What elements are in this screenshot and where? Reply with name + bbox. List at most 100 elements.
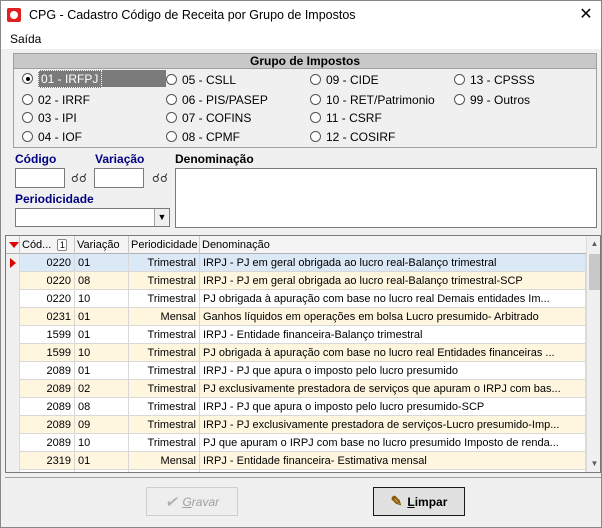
- cell-periodicidade[interactable]: Trimestral: [129, 362, 200, 380]
- cell-periodicidade[interactable]: Trimestral: [129, 272, 200, 290]
- variacao-input[interactable]: [94, 168, 144, 188]
- row-indicator[interactable]: [6, 308, 20, 326]
- cell-periodicidade[interactable]: [129, 470, 200, 472]
- cell-periodicidade[interactable]: Trimestral: [129, 344, 200, 362]
- cell-periodicidade[interactable]: Mensal: [129, 308, 200, 326]
- cell-periodicidade[interactable]: Trimestral: [129, 416, 200, 434]
- table-row[interactable]: 0220 01 Trimestral IRPJ - PJ em geral obrig…: [6, 254, 586, 272]
- cell-variacao[interactable]: 08: [75, 272, 129, 290]
- cell-variacao[interactable]: 01: [75, 308, 129, 326]
- cell-periodicidade[interactable]: Trimestral: [129, 380, 200, 398]
- cell-denominacao[interactable]: IRPJ - PJ em geral obrigada ao lucro rea…: [200, 254, 586, 272]
- radio-cosirf[interactable]: 12 - COSIRF: [310, 128, 395, 145]
- cell-denominacao[interactable]: [200, 470, 586, 472]
- cell-denominacao[interactable]: IRPJ - Entidade financeira- Estimativa m…: [200, 452, 586, 470]
- column-header-codigo[interactable]: Cód... 1: [20, 236, 75, 254]
- table-row[interactable]: 2089 10 Trimestral PJ que apuram o IRPJ com…: [6, 434, 586, 452]
- row-indicator[interactable]: [6, 398, 20, 416]
- radio-ipi[interactable]: 03 - IPI: [22, 109, 77, 126]
- cell-variacao[interactable]: 01: [75, 254, 129, 272]
- cell-periodicidade[interactable]: Trimestral: [129, 290, 200, 308]
- radio-csrf[interactable]: 11 - CSRF: [310, 109, 382, 126]
- cell-codigo[interactable]: 2089: [20, 434, 75, 452]
- radio-csll[interactable]: 05 - CSLL: [166, 71, 236, 88]
- cell-periodicidade[interactable]: Trimestral: [129, 326, 200, 344]
- limpar-button[interactable]: ✎ Limpar: [373, 487, 465, 516]
- cell-variacao[interactable]: 09: [75, 416, 129, 434]
- cell-codigo[interactable]: 0220: [20, 254, 75, 272]
- binoculars-icon[interactable]: ☌☌: [68, 168, 90, 188]
- row-indicator[interactable]: [6, 254, 20, 272]
- chevron-down-icon[interactable]: ▼: [154, 209, 169, 226]
- row-indicator[interactable]: [6, 416, 20, 434]
- table-row[interactable]: 2089 09 Trimestral IRPJ - PJ exclusivamente…: [6, 416, 586, 434]
- row-indicator[interactable]: [6, 434, 20, 452]
- table-row[interactable]: 2089 02 Trimestral PJ exclusivamente presta…: [6, 380, 586, 398]
- table-row[interactable]: 0220 08 Trimestral IRPJ - PJ em geral obrig…: [6, 272, 586, 290]
- cell-denominacao[interactable]: PJ obrigada à apuração com base no lucro…: [200, 344, 586, 362]
- cell-codigo[interactable]: 1599: [20, 326, 75, 344]
- cell-denominacao[interactable]: IRPJ - Entidade financeira-Balanço trime…: [200, 326, 586, 344]
- radio-pis-pasep[interactable]: 06 - PIS/PASEP: [166, 91, 268, 108]
- periodicidade-select[interactable]: ▼: [15, 208, 170, 227]
- cell-periodicidade[interactable]: Trimestral: [129, 254, 200, 272]
- cell-variacao[interactable]: 08: [75, 398, 129, 416]
- codigo-input[interactable]: [15, 168, 65, 188]
- cell-variacao[interactable]: 01: [75, 452, 129, 470]
- scroll-down-icon[interactable]: ▼: [589, 458, 600, 470]
- cell-denominacao[interactable]: IRPJ - PJ em geral obrigada ao lucro rea…: [200, 272, 586, 290]
- radio-cpsss[interactable]: 13 - CPSSS: [454, 71, 535, 88]
- scroll-thumb[interactable]: [589, 254, 600, 290]
- table-row[interactable]: [6, 470, 586, 472]
- column-header-periodicidade[interactable]: Periodicidade: [129, 236, 200, 254]
- cell-denominacao[interactable]: Ganhos líquidos em operações em bolsa Lu…: [200, 308, 586, 326]
- cell-denominacao[interactable]: PJ exclusivamente prestadora de serviços…: [200, 380, 586, 398]
- row-indicator[interactable]: [6, 290, 20, 308]
- row-indicator[interactable]: [6, 326, 20, 344]
- row-indicator[interactable]: [6, 470, 20, 472]
- cell-codigo[interactable]: 0231: [20, 308, 75, 326]
- receita-grid[interactable]: Cód... 1 Variação Periodicidade Denominaç…: [5, 235, 601, 473]
- cell-periodicidade[interactable]: Trimestral: [129, 398, 200, 416]
- radio-irrf[interactable]: 02 - IRRF: [22, 91, 90, 108]
- column-header-variacao[interactable]: Variação: [75, 236, 129, 254]
- binoculars-icon[interactable]: ☌☌: [149, 168, 171, 188]
- close-button[interactable]: ✕: [571, 1, 601, 30]
- cell-variacao[interactable]: [75, 470, 129, 472]
- row-indicator[interactable]: [6, 380, 20, 398]
- denominacao-textarea[interactable]: [175, 168, 597, 228]
- column-header-denominacao[interactable]: Denominação: [200, 236, 586, 254]
- cell-denominacao[interactable]: PJ obrigada à apuração com base no lucro…: [200, 290, 586, 308]
- row-indicator[interactable]: [6, 452, 20, 470]
- table-row[interactable]: 2089 01 Trimestral IRPJ - PJ que apura o im…: [6, 362, 586, 380]
- cell-denominacao[interactable]: IRPJ - PJ que apura o imposto pelo lucro…: [200, 398, 586, 416]
- cell-variacao[interactable]: 10: [75, 344, 129, 362]
- cell-denominacao[interactable]: IRPJ - PJ exclusivamente prestadora de s…: [200, 416, 586, 434]
- cell-periodicidade[interactable]: Trimestral: [129, 434, 200, 452]
- table-row[interactable]: 0231 01 Mensal Ganhos líquidos em operações…: [6, 308, 586, 326]
- cell-codigo[interactable]: 2089: [20, 398, 75, 416]
- cell-codigo[interactable]: 1599: [20, 344, 75, 362]
- table-row[interactable]: 1599 01 Trimestral IRPJ - Entidade financei…: [6, 326, 586, 344]
- cell-codigo[interactable]: 2089: [20, 362, 75, 380]
- cell-denominacao[interactable]: PJ que apuram o IRPJ com base no lucro p…: [200, 434, 586, 452]
- radio-cofins[interactable]: 07 - COFINS: [166, 109, 251, 126]
- scroll-up-icon[interactable]: ▲: [589, 238, 600, 250]
- cell-variacao[interactable]: 01: [75, 326, 129, 344]
- cell-periodicidade[interactable]: Mensal: [129, 452, 200, 470]
- radio-iof[interactable]: 04 - IOF: [22, 128, 82, 145]
- table-row[interactable]: 1599 10 Trimestral PJ obrigada à apuração c…: [6, 344, 586, 362]
- title-bar[interactable]: CPG - Cadastro Código de Receita por Gru…: [1, 1, 601, 30]
- table-row[interactable]: 2089 08 Trimestral IRPJ - PJ que apura o im…: [6, 398, 586, 416]
- cell-codigo[interactable]: 2319: [20, 452, 75, 470]
- table-row[interactable]: 2319 01 Mensal IRPJ - Entidade financeira- …: [6, 452, 586, 470]
- cell-codigo[interactable]: 0220: [20, 272, 75, 290]
- cell-variacao[interactable]: 10: [75, 434, 129, 452]
- row-indicator[interactable]: [6, 344, 20, 362]
- gravar-button[interactable]: ✔ Gravar: [146, 487, 238, 516]
- cell-codigo[interactable]: 0220: [20, 290, 75, 308]
- cell-codigo[interactable]: 2089: [20, 380, 75, 398]
- cell-variacao[interactable]: 10: [75, 290, 129, 308]
- cell-variacao[interactable]: 02: [75, 380, 129, 398]
- radio-outros[interactable]: 99 - Outros: [454, 91, 530, 108]
